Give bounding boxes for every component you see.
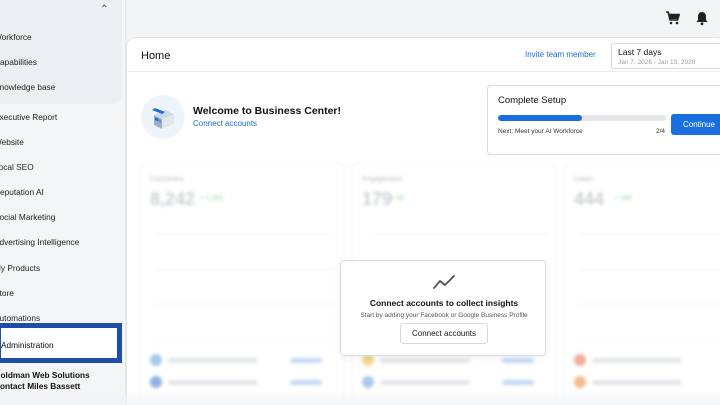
- chart-gridline: [580, 234, 720, 235]
- sidebar-item-automations[interactable]: Automations: [0, 313, 40, 323]
- metric-value: 444: [574, 189, 605, 209]
- storefront-icon: [152, 108, 174, 129]
- sidebar: ⌃ Workforce Capabilities Knowledge base …: [0, 0, 126, 405]
- chevron-up-icon[interactable]: ⌃: [100, 4, 108, 15]
- connect-accounts-card: Connect accounts to collect insights Sta…: [340, 260, 546, 356]
- source-row: [380, 380, 470, 385]
- setup-step-count: 2/4: [656, 128, 666, 135]
- chart-gridline: [156, 339, 336, 340]
- chart-gridline: [156, 304, 336, 305]
- chart-gridline: [580, 339, 720, 340]
- chart-gridline: [580, 304, 720, 305]
- chart-gridline: [368, 234, 548, 235]
- date-range-label: Last 7 days: [618, 47, 662, 57]
- metric-value: 179: [362, 189, 393, 209]
- source-icon: [574, 376, 586, 388]
- sidebar-item-workforce[interactable]: Workforce: [0, 32, 32, 42]
- org-name: Goldman Web Solutions: [0, 370, 90, 380]
- source-row: [592, 380, 682, 385]
- source-icon: [150, 376, 162, 388]
- date-range-value: Jan 7, 2026 - Jan 13, 2026: [618, 59, 696, 66]
- sidebar-item-social-marketing[interactable]: Social Marketing: [0, 212, 55, 222]
- source-icon: [574, 354, 586, 366]
- sidebar-item-capabilities[interactable]: Capabilities: [0, 57, 37, 67]
- source-row: [168, 380, 258, 385]
- sidebar-item-administration[interactable]: Administration: [0, 323, 122, 363]
- metric-label: Customers: [150, 176, 184, 183]
- sidebar-item-label: Administration: [1, 340, 54, 350]
- metric-delta: + 100: [614, 195, 632, 202]
- home-panel: Home Invite team member Last 7 days Jan …: [126, 37, 720, 405]
- setup-title: Complete Setup: [498, 95, 567, 106]
- source-link: [502, 380, 534, 385]
- metric-delta: + 1,001: [200, 195, 224, 202]
- metric-delta: + 18: [390, 195, 404, 202]
- bottom-fade: [0, 390, 720, 405]
- page-title: Home: [141, 50, 171, 62]
- sidebar-item-knowledge-base[interactable]: Knowledge base: [0, 82, 55, 92]
- metric-card-customers: Customers 8,242 + 1,001: [139, 163, 345, 405]
- sidebar-item-executive-report[interactable]: Executive Report: [0, 112, 57, 122]
- welcome-title: Welcome to Business Center!: [193, 105, 342, 117]
- business-center-illustration: [141, 95, 185, 139]
- bell-icon[interactable]: [694, 10, 710, 26]
- connect-accounts-link[interactable]: Connect accounts: [193, 119, 257, 128]
- source-link: [502, 358, 534, 363]
- sidebar-item-advertising-intelligence[interactable]: Advertising Intelligence: [0, 237, 79, 247]
- chart-gridline: [580, 269, 720, 270]
- header-divider: [127, 71, 720, 72]
- trending-line-icon: [433, 275, 455, 289]
- source-row: [168, 358, 258, 363]
- sidebar-item-store[interactable]: Store: [0, 288, 14, 298]
- overlay-title: Connect accounts to collect insights: [369, 298, 519, 308]
- source-icon: [150, 354, 162, 366]
- setup-next-step: Next: Meet your AI Workforce: [498, 128, 583, 135]
- continue-button[interactable]: Continue: [671, 114, 720, 135]
- metric-value: 8,242: [150, 189, 196, 209]
- invite-team-member-link[interactable]: Invite team member: [525, 50, 596, 59]
- sidebar-item-website[interactable]: Website: [0, 137, 24, 147]
- source-row: [592, 358, 682, 363]
- chart-gridline: [156, 269, 336, 270]
- chart-gridline: [156, 234, 336, 235]
- source-link: [290, 358, 322, 363]
- source-row: [380, 358, 470, 363]
- cart-icon[interactable]: [665, 10, 681, 26]
- metric-label: Leads: [574, 176, 594, 183]
- metric-label: Engagement: [362, 176, 402, 183]
- sidebar-item-local-seo[interactable]: Local SEO: [0, 162, 34, 172]
- source-icon: [362, 376, 374, 388]
- setup-progress-fill: [498, 115, 582, 121]
- metric-card-leads: Leads 444 + 100: [563, 163, 720, 405]
- complete-setup-card: Complete Setup Next: Meet your AI Workfo…: [487, 85, 720, 155]
- sidebar-item-reputation-ai[interactable]: Reputation AI: [0, 187, 44, 197]
- source-link: [290, 380, 322, 385]
- setup-progress-bar: [498, 115, 666, 121]
- sidebar-item-my-products[interactable]: My Products: [0, 263, 40, 273]
- date-range-picker[interactable]: Last 7 days Jan 7, 2026 - Jan 13, 2026: [611, 43, 720, 69]
- overlay-subtitle: Start by adding your Facebook or Google …: [360, 312, 528, 319]
- connect-accounts-button[interactable]: Connect accounts: [400, 323, 488, 344]
